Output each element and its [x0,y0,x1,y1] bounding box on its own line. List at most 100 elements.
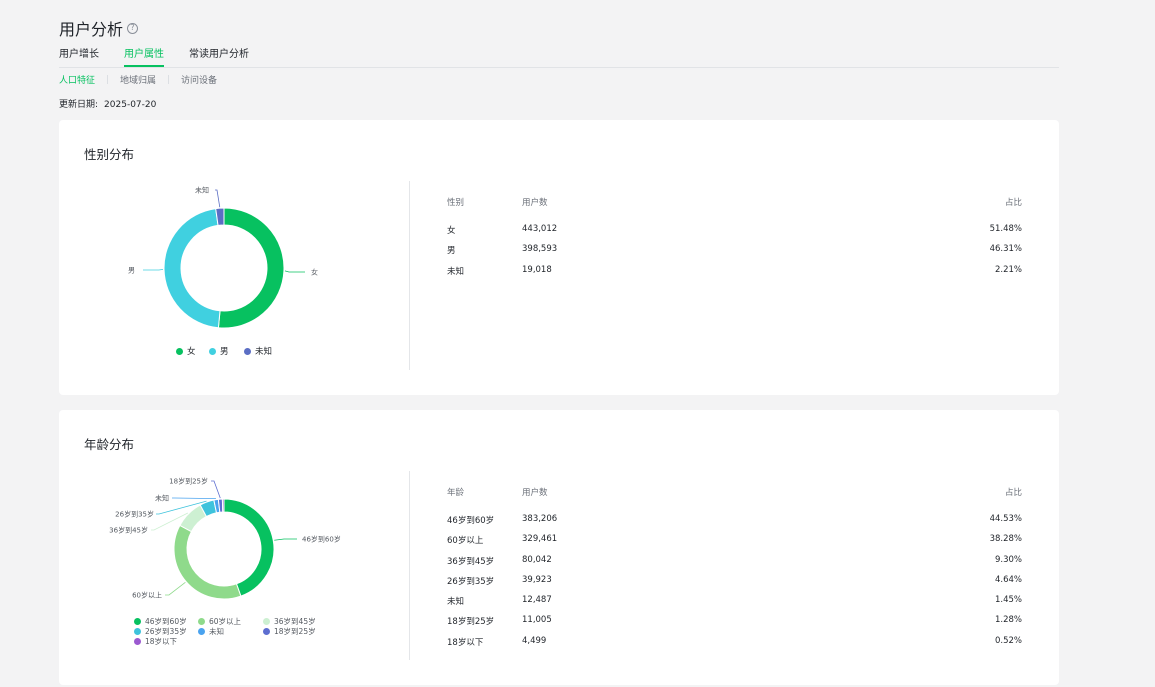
slice-label-line [172,497,216,500]
legend-dot [209,347,216,355]
cell-name: 26岁到35岁 [447,577,495,587]
slice-label-line [274,538,297,541]
page-header: 用户分析 ? [59,16,139,40]
cell-count: 398,593 [522,244,558,254]
legend-label: 未知 [255,347,273,357]
update-date-value: 2025-07-20 [104,100,157,110]
cell-pct: 38.28% [989,534,1022,544]
table-row: 18岁到25岁 11,005 1.28% [447,615,1022,627]
legend-label: 未知 [209,627,224,636]
legend-dot [134,638,141,645]
gender-donut-chart: 女 男 未知 [128,186,318,329]
question-circle-icon[interactable]: ? [127,22,139,34]
cell-pct: 0.52% [994,636,1022,646]
legend-item-18-25[interactable]: 18岁到25岁 [263,626,316,637]
table-row: 26岁到35岁 39,923 4.64% [447,575,1022,587]
subtab-device[interactable]: 访问设备 [181,73,217,86]
cell-pct: 1.28% [994,615,1022,625]
legend-label: 男 [220,347,229,357]
header-pct: 占比 [1004,198,1022,208]
cell-name: 36岁到45岁 [447,557,495,567]
cell-name: 18岁到25岁 [447,617,495,627]
age-donut-chart: 46岁到60岁 60岁以上 36岁到45岁 26岁到35岁未知18岁到25岁 [109,477,341,600]
legend-dot [198,628,205,635]
cell-count: 383,206 [522,514,558,524]
cell-pct: 1.45% [994,595,1022,605]
cell-pct: 44.53% [989,514,1022,524]
legend-item-unknown[interactable]: 未知 [244,345,272,357]
main-tabs: 用户增长 用户属性 常读用户分析 [59,48,1059,68]
table-row: 未知 19,018 2.21% [447,265,1022,277]
cell-count: 19,018 [522,265,552,275]
slice-label: 36岁到45岁 [109,526,148,535]
divider [409,471,410,660]
slice-label-line [165,582,186,596]
tab-frequent-readers[interactable]: 常读用户分析 [189,48,249,67]
legend-dot [263,618,270,625]
subtab-region[interactable]: 地域归属 [120,73,156,86]
header-count: 用户数 [522,488,548,498]
legend-label: 女 [187,347,196,357]
tab-user-attributes[interactable]: 用户属性 [124,48,164,67]
table-row: 46岁到60岁 383,206 44.53% [447,514,1022,526]
donut-slice[interactable] [163,208,221,329]
cell-name: 未知 [447,597,465,607]
legend-label: 18岁到25岁 [274,627,316,636]
cell-count: 11,005 [522,615,552,625]
cell-count: 4,499 [522,636,547,646]
slice-label-line [284,270,305,273]
cell-name: 46岁到60岁 [447,516,495,526]
header-count: 用户数 [522,198,548,208]
subtab-demographics[interactable]: 人口特征 [59,73,95,86]
legend-dot [244,347,251,355]
cell-count: 39,923 [522,575,552,585]
update-date: 更新日期: 2025-07-20 [59,97,156,110]
table-row: 18岁以下 4,499 0.52% [447,636,1022,648]
header-pct: 占比 [1004,488,1022,498]
slice-label: 60岁以上 [132,591,162,600]
table-row: 未知 12,487 1.45% [447,595,1022,607]
legend-item-male[interactable]: 男 [209,345,229,357]
legend-item-unknown[interactable]: 未知 [198,626,224,637]
slice-label: 男 [128,267,135,275]
update-date-label: 更新日期: [59,100,99,110]
age-card: 年龄分布 46岁到60岁 60岁以上 36岁到45岁 26岁到35岁 未知 18岁到25岁… [59,410,1059,685]
legend-dot [134,618,141,625]
donut-slice[interactable] [217,207,285,329]
legend-item-female[interactable]: 女 [176,345,196,357]
header-age: 年龄 [447,488,465,498]
cell-name: 18岁以下 [447,638,484,648]
slice-label-line [215,189,221,208]
donut-slice[interactable] [173,524,242,600]
cell-pct: 46.31% [989,244,1022,254]
table-row: 女 443,012 51.48% [447,224,1022,236]
divider [168,75,170,84]
table-header: 性别 用户数 占比 [447,196,1022,208]
legend-dot [198,618,205,625]
legend-label: 18岁以下 [145,637,178,646]
slice-label: 女 [311,268,318,277]
cell-count: 80,042 [522,555,552,565]
slice-label: 18岁到25岁 [169,477,208,486]
cell-name: 60岁以上 [447,536,484,546]
cell-count: 329,461 [522,534,558,544]
cell-pct: 9.30% [994,555,1022,565]
donut-slice[interactable] [221,498,225,513]
cell-count: 12,487 [522,595,552,605]
legend-item-under-18[interactable]: 18岁以下 [134,636,177,647]
table-header: 年龄 用户数 占比 [447,486,1022,498]
header-gender: 性别 [447,198,465,208]
donut-slice[interactable] [223,498,275,597]
tab-user-growth[interactable]: 用户增长 [59,48,99,67]
divider [409,181,410,370]
cell-pct: 4.64% [994,575,1022,585]
sub-tabs: 人口特征 地域归属 访问设备 [59,73,217,86]
cell-name: 男 [447,246,456,256]
cell-name: 未知 [447,267,465,277]
legend-dot [134,628,141,635]
slice-label: 未知 [195,186,209,195]
legend-dot [263,628,270,635]
slice-label: 未知 [155,494,169,503]
cell-count: 443,012 [522,224,558,234]
cell-name: 女 [447,226,456,236]
